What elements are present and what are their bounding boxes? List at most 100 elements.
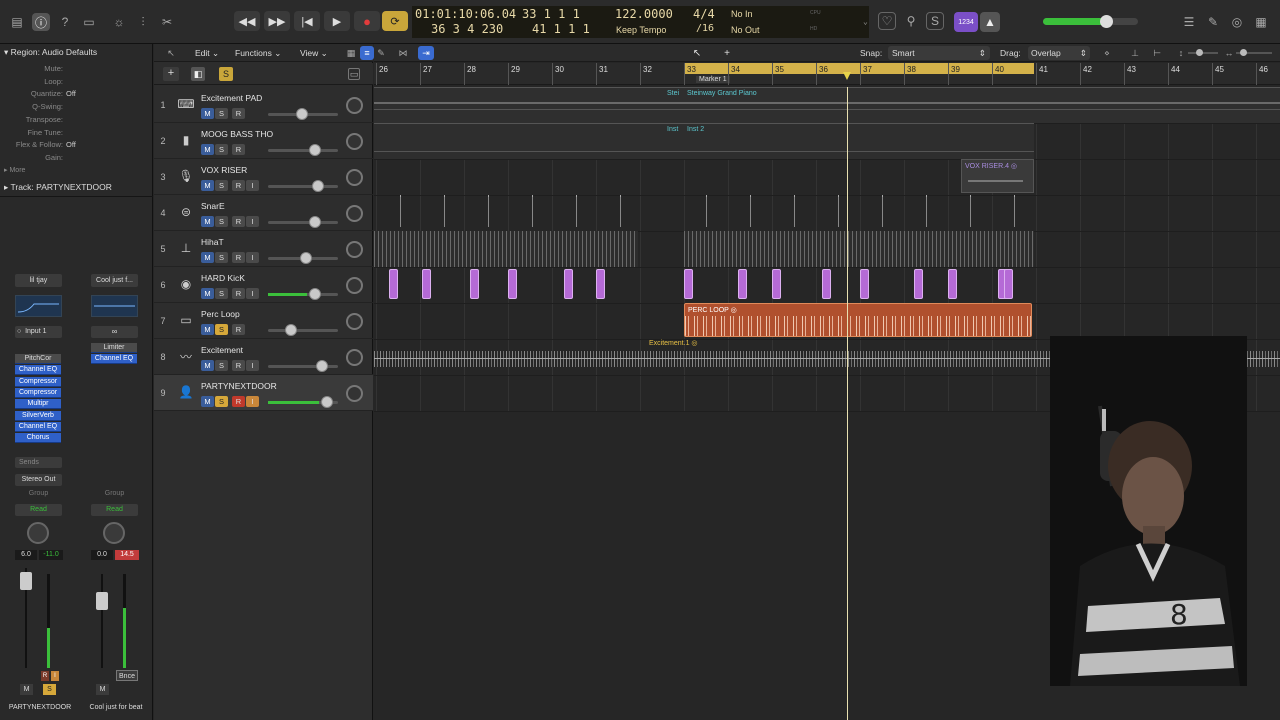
solo-button[interactable]: S — [215, 360, 228, 371]
pan-knob[interactable] — [346, 313, 363, 330]
track-name[interactable]: Excitement PAD — [201, 93, 262, 103]
toolbar-icon[interactable]: ▭ — [80, 13, 98, 31]
record-enable-button[interactable]: R — [232, 216, 245, 227]
snare-hit[interactable] — [882, 195, 883, 227]
region-perc-loop[interactable]: PERC LOOP ◎ — [684, 303, 1032, 337]
track-header[interactable]: 5 ⊥ HihaT M S R I — [154, 231, 373, 267]
inspector-row[interactable]: Transpose: — [0, 115, 153, 127]
region-hihat-b[interactable] — [684, 231, 1034, 267]
strip2-setting-button[interactable]: Cool just f... — [91, 274, 138, 287]
mixer-icon[interactable]: ⫶ — [134, 13, 152, 31]
plugin-slot[interactable]: Limiter — [91, 343, 137, 353]
region-bass-b[interactable]: Inst 2 — [684, 123, 1034, 159]
snare-hit[interactable] — [620, 195, 621, 227]
record-enable-button[interactable]: R — [232, 360, 245, 371]
kick-midi-region[interactable] — [596, 269, 605, 299]
track-name[interactable]: MOOG BASS THO — [201, 129, 273, 139]
pointer-tool-icon[interactable]: ↖ — [690, 46, 704, 60]
input-monitor-button[interactable]: I — [246, 360, 259, 371]
notepad-icon[interactable]: ✎ — [1204, 13, 1222, 31]
track-header[interactable]: 3 🎙 VOX RISER M S R I — [154, 159, 373, 195]
snare-hit[interactable] — [926, 195, 927, 227]
solo-mode-icon[interactable]: S — [926, 12, 944, 30]
track-name[interactable]: HihaT — [201, 237, 224, 247]
view-menu[interactable]: View ⌄ — [300, 48, 328, 59]
track-name[interactable]: SnarE — [201, 201, 225, 211]
input-monitor-button[interactable]: I — [246, 180, 259, 191]
snare-hit[interactable] — [444, 195, 445, 227]
solo-button[interactable]: S — [215, 396, 228, 407]
snare-hit[interactable] — [838, 195, 839, 227]
functions-menu[interactable]: Functions ⌄ — [235, 48, 281, 59]
vertical-fit-icon[interactable]: ⊥ — [1128, 46, 1142, 60]
pan-knob[interactable] — [346, 277, 363, 294]
strip1-input-slot[interactable]: ○ Input 1 — [15, 326, 62, 338]
waveform-zoom-icon[interactable]: ⋄ — [1100, 46, 1114, 60]
kick-midi-region[interactable] — [1004, 269, 1013, 299]
track-header[interactable]: 4 ⊜ SnarE M S R I — [154, 195, 373, 231]
inspector-row[interactable]: Flex & Follow: Off — [0, 140, 153, 152]
kick-midi-region[interactable] — [860, 269, 869, 299]
region-vox-riser[interactable]: VOX RISER.4 ◎ — [961, 159, 1034, 193]
master-volume-knob[interactable] — [1100, 15, 1113, 28]
tuner-icon[interactable]: ⚲ — [902, 12, 920, 30]
strip1-input-monitor-button[interactable]: I — [51, 671, 59, 681]
inspector-row[interactable]: Loop: — [0, 77, 153, 89]
edit-menu[interactable]: Edit ⌄ — [195, 48, 219, 59]
track-header[interactable]: 2 ▮ MOOG BASS THO M S R — [154, 123, 373, 159]
solo-button[interactable]: S — [215, 144, 228, 155]
mute-button[interactable]: M — [201, 288, 214, 299]
plugin-slot[interactable]: Compressor — [15, 387, 61, 398]
vertical-zoom-handle[interactable] — [1196, 49, 1203, 56]
kick-midi-region[interactable] — [508, 269, 517, 299]
inspector-icon[interactable]: ⓘ — [32, 13, 50, 31]
snare-hit[interactable] — [750, 195, 751, 227]
strip2-pan-knob[interactable] — [103, 522, 125, 544]
strip1-pan-knob[interactable] — [27, 522, 49, 544]
snap-dropdown[interactable]: Smart ⇕ — [888, 46, 990, 60]
inspector-row[interactable]: Fine Tune: — [0, 128, 153, 140]
metronome-icon[interactable]: ▲ — [980, 12, 1000, 32]
drag-dropdown[interactable]: Overlap ⇕ — [1028, 46, 1090, 60]
record-enable-button[interactable]: R — [232, 324, 245, 335]
solo-button[interactable]: S — [215, 216, 228, 227]
waveform-icon[interactable]: 〰 — [176, 347, 196, 365]
vertical-zoom-icon[interactable]: ↕ — [1174, 46, 1188, 60]
go-to-start-button[interactable]: |◀ — [294, 11, 320, 31]
strip2-automation-mode[interactable]: Read — [91, 504, 138, 516]
volume-slider[interactable] — [268, 180, 338, 192]
track-name[interactable]: VOX RISER — [201, 165, 247, 175]
track-header[interactable]: 6 ◉ HARD KicK M S R I — [154, 267, 373, 303]
input-monitor-button[interactable]: I — [246, 252, 259, 263]
strip2-group-slot[interactable]: Group — [91, 490, 138, 500]
snare-hit[interactable] — [1014, 195, 1015, 227]
horizontal-zoom-handle[interactable] — [1240, 49, 1247, 56]
microphone-icon[interactable]: 🎙 — [176, 167, 196, 185]
strip1-setting-button[interactable]: lil tjay — [15, 274, 62, 287]
snare-hit[interactable] — [706, 195, 707, 227]
region-pad-b[interactable]: Steinway Grand Piano — [684, 87, 1280, 123]
play-button[interactable]: ▶ — [324, 11, 350, 31]
strip1-sends-slot[interactable]: Sends — [15, 457, 62, 468]
region-pad-a[interactable]: Stei — [374, 87, 684, 123]
record-enable-button[interactable]: R — [232, 252, 245, 263]
strip1-name[interactable]: PARTYNEXTDOOR — [0, 704, 80, 711]
track-header[interactable]: 8 〰 Excitement M S R I — [154, 339, 373, 375]
kick-midi-region[interactable] — [738, 269, 747, 299]
vertical-zoom-slider[interactable] — [1188, 49, 1218, 56]
marker-label[interactable]: Marker 1 — [696, 76, 730, 83]
snare-drum-icon[interactable]: ⊜ — [176, 203, 196, 221]
input-monitor-button[interactable]: I — [246, 216, 259, 227]
collapse-icon[interactable]: ▭ — [348, 68, 360, 80]
flex-icon[interactable]: ⋈ — [396, 46, 410, 60]
cycle-button[interactable]: ⟳ — [382, 11, 408, 31]
solo-button[interactable]: S — [215, 288, 228, 299]
mute-button[interactable]: M — [201, 252, 214, 263]
lcd-dropdown-icon[interactable]: ⌄ — [863, 17, 868, 26]
track-name[interactable]: PARTYNEXTDOOR — [201, 381, 277, 391]
mute-button[interactable]: M — [201, 108, 214, 119]
volume-knob[interactable] — [321, 396, 334, 408]
drum-machine-icon[interactable]: ▭ — [176, 311, 196, 329]
volume-slider[interactable] — [268, 108, 338, 120]
strip2-fader-cap[interactable] — [96, 592, 108, 610]
